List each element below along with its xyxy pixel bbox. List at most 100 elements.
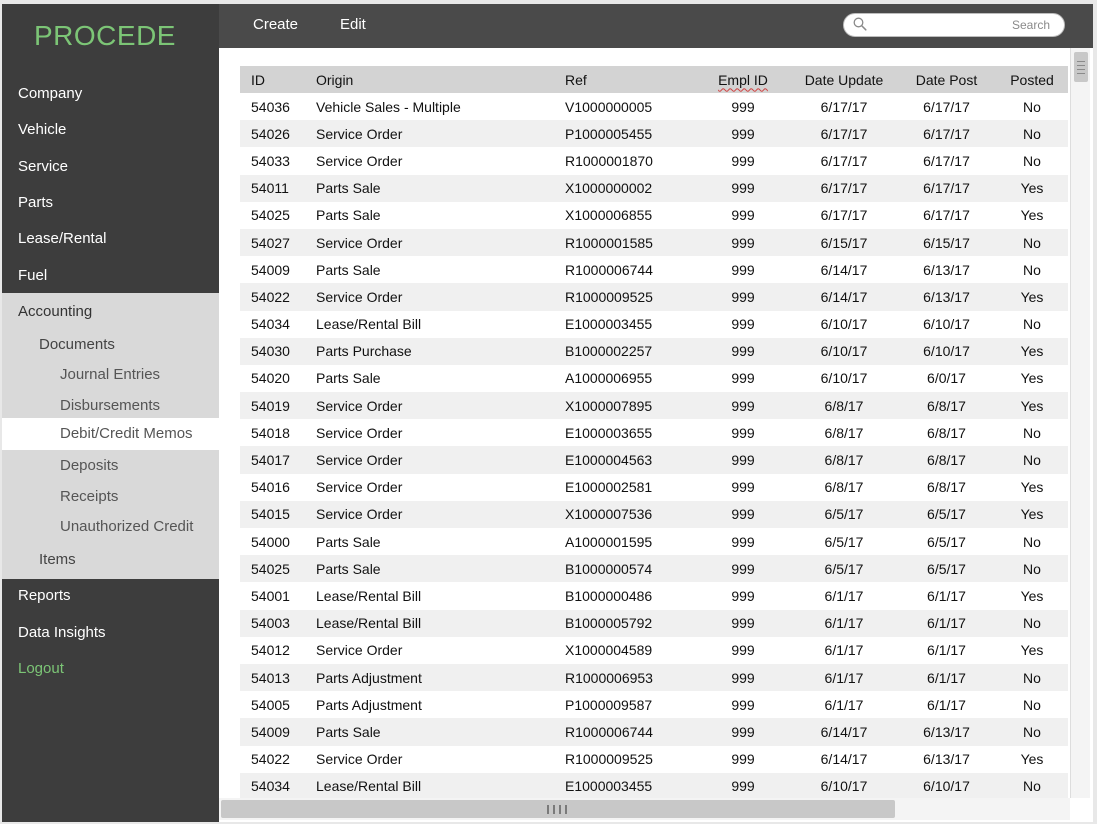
cell-date-post: 6/13/17 — [923, 723, 970, 740]
cell-id: 54019 — [251, 397, 290, 414]
cell-date-update: 6/8/17 — [824, 397, 864, 414]
table-row[interactable]: 54000 Parts Sale A1000001595 999 6/5/17 6/5/1… — [240, 528, 1068, 556]
table-row[interactable]: 54005 Parts Adjustment P1000009587 999 6/1/1… — [240, 691, 1068, 719]
cell-date-update: 6/1/17 — [824, 615, 864, 632]
column-header-id[interactable]: ID — [240, 66, 316, 93]
horizontal-scroll-thumb[interactable] — [221, 800, 895, 818]
cell-id: 54022 — [251, 288, 290, 305]
nav-documents[interactable]: Documents — [2, 334, 219, 356]
search-input[interactable] — [874, 16, 1050, 34]
nav-reports[interactable]: Reports — [2, 578, 219, 614]
table-row[interactable]: 54012 Service Order X1000004589 999 6/1/17 6/… — [240, 636, 1068, 664]
cell-date-post: 6/8/17 — [927, 424, 966, 441]
cell-origin: Service Order — [316, 452, 403, 469]
cell-origin: Parts Adjustment — [316, 669, 422, 686]
cell-posted: No — [1023, 452, 1041, 469]
edit-button[interactable]: Edit — [340, 16, 366, 33]
table-row[interactable]: 54022 Service Order R1000009525 999 6/14/17 6… — [240, 283, 1068, 311]
nav-receipts[interactable]: Receipts — [2, 486, 219, 508]
table-row[interactable]: 54034 Lease/Rental Bill E1000003455 999 6/10… — [240, 772, 1068, 798]
table-row[interactable]: 54025 Parts Sale B1000000574 999 6/5/17 6/5/1… — [240, 555, 1068, 583]
table-row[interactable]: 54022 Service Order R1000009525 999 6/14/17 6… — [240, 745, 1068, 773]
nav-accounting[interactable]: Accounting — [2, 301, 219, 323]
table-row[interactable]: 54027 Service Order R1000001585 999 6/15/17 6… — [240, 228, 1068, 257]
cell-posted: No — [1023, 778, 1041, 795]
cell-posted: No — [1023, 669, 1041, 686]
nav-debit-credit-memos[interactable]: Debit/Credit Memos — [2, 418, 219, 450]
cell-empl-id: 999 — [731, 370, 755, 387]
column-header-empl-id[interactable]: Empl ID — [695, 66, 791, 93]
cell-origin: Lease/Rental Bill — [316, 587, 422, 604]
cell-date-post: 6/17/17 — [923, 125, 970, 142]
cell-origin: Service Order — [316, 288, 403, 305]
cell-date-post: 6/13/17 — [923, 288, 970, 305]
table-row[interactable]: 54015 Service Order X1000007536 999 6/5/17 6/… — [240, 500, 1068, 528]
table-row[interactable]: 54020 Parts Sale A1000006955 999 6/10/17 6/0/… — [240, 364, 1068, 393]
table-row[interactable]: 54017 Service Order E1000004563 999 6/8/17 6/… — [240, 446, 1068, 474]
column-header-ref[interactable]: Ref — [565, 66, 695, 93]
cell-posted: No — [1023, 234, 1041, 251]
nav-service[interactable]: Service — [2, 149, 219, 185]
table-row[interactable]: 54026 Service Order P1000005455 999 6/17/17 6… — [240, 120, 1068, 148]
nav-journal-entries[interactable]: Journal Entries — [2, 364, 219, 386]
table-row[interactable]: 54001 Lease/Rental Bill B1000000486 999 6/1/… — [240, 582, 1068, 610]
table-row[interactable]: 54016 Service Order E1000002581 999 6/8/17 6/… — [240, 473, 1068, 501]
cell-id: 54033 — [251, 152, 290, 169]
table-row[interactable]: 54009 Parts Sale R1000006744 999 6/14/17 6/13… — [240, 256, 1068, 284]
nav-fuel[interactable]: Fuel — [2, 258, 219, 294]
cell-date-post: 6/17/17 — [923, 98, 970, 115]
cell-empl-id: 999 — [731, 207, 755, 224]
table-row[interactable]: 54013 Parts Adjustment R1000006953 999 6/1/1… — [240, 663, 1068, 692]
cell-origin: Service Order — [316, 506, 403, 523]
table-row[interactable]: 54025 Parts Sale X1000006855 999 6/17/17 6/17… — [240, 201, 1068, 229]
column-header-posted[interactable]: Posted — [996, 66, 1068, 93]
nav-company[interactable]: Company — [2, 76, 219, 112]
empl-id-label: Empl ID — [718, 71, 768, 88]
table-row[interactable]: 54030 Parts Purchase B1000002257 999 6/10/17… — [240, 337, 1068, 365]
table-row[interactable]: 54033 Service Order R1000001870 999 6/17/17 6… — [240, 147, 1068, 175]
cell-origin: Parts Adjustment — [316, 696, 422, 713]
cell-id: 54017 — [251, 452, 290, 469]
cell-date-post: 6/10/17 — [923, 316, 970, 333]
cell-origin: Service Order — [316, 397, 403, 414]
table-row[interactable]: 54018 Service Order E1000003655 999 6/8/17 6/… — [240, 419, 1068, 447]
horizontal-scrollbar[interactable] — [219, 798, 1070, 820]
nav-logout[interactable]: Logout — [2, 651, 219, 687]
cell-empl-id: 999 — [731, 424, 755, 441]
cell-id: 54030 — [251, 343, 290, 360]
table-row[interactable]: 54036 Vehicle Sales - Multiple V1000000005… — [240, 93, 1068, 121]
cell-id: 54013 — [251, 669, 290, 686]
cell-ref: P1000009587 — [565, 696, 653, 713]
cell-date-update: 6/14/17 — [820, 723, 868, 740]
cell-id: 54011 — [251, 180, 289, 197]
table-row[interactable]: 54011 Parts Sale X1000000002 999 6/17/17 6/17… — [240, 174, 1068, 202]
cell-id: 54001 — [251, 587, 290, 604]
table-row[interactable]: 54003 Lease/Rental Bill B1000005792 999 6/1/… — [240, 609, 1068, 637]
search-box[interactable] — [843, 13, 1065, 37]
vertical-scroll-thumb[interactable] — [1074, 52, 1088, 82]
nav-disbursements[interactable]: Disbursements — [2, 395, 219, 417]
nav-vehicle[interactable]: Vehicle — [2, 112, 219, 148]
cell-date-post: 6/1/17 — [927, 669, 966, 686]
cell-empl-id: 999 — [731, 723, 755, 740]
cell-date-update: 6/14/17 — [820, 751, 868, 768]
create-button[interactable]: Create — [253, 16, 298, 33]
nav-items[interactable]: Items — [2, 549, 219, 571]
nav-unauthorized-credit[interactable]: Unauthorized Credit — [2, 516, 219, 538]
column-header-date-update[interactable]: Date Update — [791, 66, 897, 93]
cell-ref: R1000001585 — [565, 234, 653, 251]
cell-ref: P1000005455 — [565, 125, 653, 142]
table-row[interactable]: 54009 Parts Sale R1000006744 999 6/14/17 6/13… — [240, 718, 1068, 746]
nav-deposits[interactable]: Deposits — [2, 455, 219, 477]
table-row[interactable]: 54034 Lease/Rental Bill E1000003455 999 6/10… — [240, 310, 1068, 338]
vertical-scrollbar[interactable] — [1070, 48, 1090, 798]
cell-id: 54025 — [251, 560, 290, 577]
nav-lease-rental[interactable]: Lease/Rental — [2, 221, 219, 257]
nav-data-insights[interactable]: Data Insights — [2, 615, 219, 651]
nav-parts[interactable]: Parts — [2, 185, 219, 221]
column-header-origin[interactable]: Origin — [316, 66, 565, 93]
column-header-date-post[interactable]: Date Post — [897, 66, 996, 93]
table-row[interactable]: 54019 Service Order X1000007895 999 6/8/17 6/… — [240, 392, 1068, 420]
cell-date-post: 6/5/17 — [927, 560, 966, 577]
cell-ref: E1000004563 — [565, 452, 653, 469]
